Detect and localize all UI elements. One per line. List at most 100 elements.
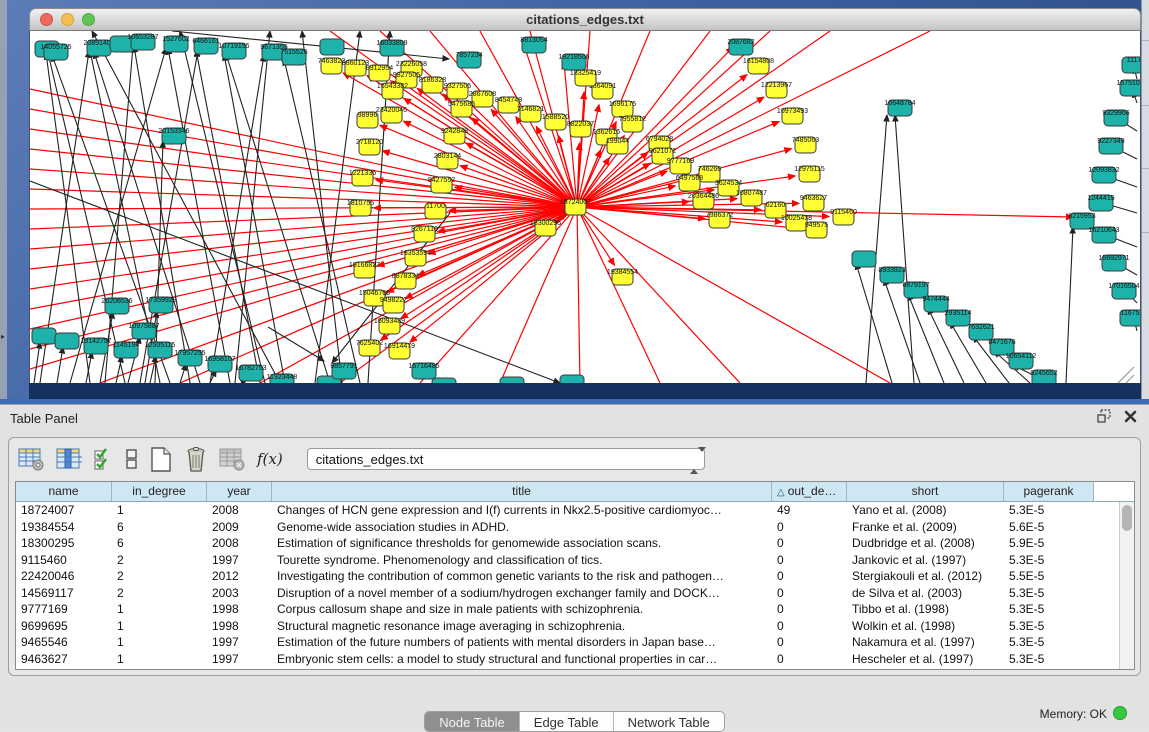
table-row[interactable]: 1872400712008Changes of HCN gene express…	[16, 502, 1134, 519]
red-edge	[380, 125, 577, 207]
graph-node-label: 20153346	[158, 128, 189, 135]
table-cell: 0	[772, 568, 847, 585]
table-row[interactable]: 911546021997Tourette syndrome. Phenomeno…	[16, 552, 1134, 569]
graph-node-label: 62160	[766, 202, 786, 209]
table-row[interactable]: 969969511998Structural magnetic resonanc…	[16, 618, 1134, 635]
graph-node-label: 16958107	[204, 356, 235, 363]
network-graph[interactable]: 1405572520891406106532871527602646616110…	[30, 31, 1140, 383]
table-cell: Dudbridge et al. (2008)	[847, 535, 1004, 552]
table-row[interactable]: 2242004622012Investigating the contribut…	[16, 568, 1134, 585]
network-canvas[interactable]: 1405572520891406106532871527602646616110…	[29, 31, 1141, 383]
table-cell: 0	[772, 552, 847, 569]
graph-node-label: 2718120	[356, 139, 383, 146]
black-edge	[196, 50, 260, 383]
table-cell: 9463627	[16, 651, 112, 668]
table-row[interactable]: 1456911722003Disruption of a novel membe…	[16, 585, 1134, 602]
row-height-button[interactable]	[125, 445, 139, 473]
graph-node[interactable]	[32, 328, 56, 344]
graph-node[interactable]	[560, 375, 584, 383]
black-edge	[1066, 227, 1073, 383]
table-row[interactable]: 1938455462009Genome-wide association stu…	[16, 519, 1134, 536]
graph-node-label: 2087682	[727, 39, 754, 46]
table-cell: Investigating the contribution of common…	[272, 568, 772, 585]
table-row[interactable]: 977716911998Corpus callosum shape and si…	[16, 601, 1134, 618]
network-view-window[interactable]: citations_edges.txt 14055725208914061065…	[29, 8, 1141, 399]
graph-node-label: 949575	[805, 222, 828, 229]
graph-node-label: 7955812	[619, 116, 646, 123]
table-row[interactable]: 946554611997Estimation of the future num…	[16, 634, 1134, 651]
table-body[interactable]: 1872400712008Changes of HCN gene express…	[16, 502, 1134, 667]
black-edge	[210, 55, 264, 383]
attribute-table[interactable]: namein_degreeyeartitle△out_de…shortpager…	[15, 481, 1135, 670]
expand-panel-arrow-icon[interactable]: ▸	[1, 332, 5, 341]
table-cell: 9777169	[16, 601, 112, 618]
table-cell: 5.9E-5	[1004, 535, 1094, 552]
float-panel-icon[interactable]	[1097, 409, 1112, 423]
graph-node-label: 10025438	[781, 215, 812, 222]
table-settings-button[interactable]	[17, 445, 46, 473]
graph-node-label: 8813054	[520, 37, 547, 44]
graph-node-label: 8186328	[419, 77, 446, 84]
graph-node[interactable]	[432, 378, 456, 383]
delete-table-button[interactable]	[218, 445, 247, 473]
graph-node-label: 16033809	[376, 40, 407, 47]
table-row[interactable]: 946362711997Embryonic stem cells: a mode…	[16, 651, 1134, 668]
red-edge	[577, 207, 614, 265]
graph-node[interactable]	[55, 333, 79, 349]
table-scrollbar[interactable]	[1119, 502, 1134, 669]
graph-node-label: 6497568	[676, 175, 703, 182]
graph-node-label: 11700	[426, 203, 445, 210]
graph-node-label: 8215953	[1068, 213, 1095, 220]
scrollbar-thumb[interactable]	[1122, 505, 1132, 531]
table-cell: 6	[112, 519, 207, 536]
graph-node-label: 1362615	[593, 129, 620, 136]
table-cell: 5.3E-5	[1004, 601, 1094, 618]
table-cell: 9465546	[16, 634, 112, 651]
select-columns-button[interactable]	[92, 445, 116, 473]
column-header-year[interactable]: year	[207, 482, 272, 501]
table-cell: Hescheler et al. (1997)	[847, 651, 1004, 668]
collapsed-panel-gutter: ▸	[0, 0, 7, 404]
graph-node-label: 7632621	[967, 324, 994, 331]
delete-rows-button[interactable]	[183, 445, 209, 474]
function-builder-button[interactable]: f(x)	[256, 449, 284, 469]
graph-node-label: 746266	[698, 166, 721, 173]
column-header-short[interactable]: short	[847, 482, 1004, 501]
table-header-row[interactable]: namein_degreeyeartitle△out_de…shortpager…	[16, 482, 1134, 502]
delete-table-icon	[219, 446, 246, 472]
column-header-in-degree[interactable]: in_degree	[112, 482, 207, 501]
column-header-name[interactable]: name	[16, 482, 112, 501]
table-cell: Wolkin et al. (1998)	[847, 618, 1004, 635]
graph-node-label: 20206536	[101, 298, 132, 305]
graph-node[interactable]	[852, 251, 876, 267]
graph-node[interactable]	[320, 39, 344, 55]
graph-node-label: 16353594	[400, 250, 431, 257]
memory-status-indicator[interactable]	[1113, 706, 1127, 720]
graph-node-label: 16543382	[377, 83, 408, 90]
table-toolbar: f(x) citations_edges.txt	[17, 443, 705, 475]
table-cell: 1	[112, 634, 207, 651]
table-cell: 1	[112, 502, 207, 519]
table-cell: 0	[772, 601, 847, 618]
graph-node-label: 16782753	[235, 365, 266, 372]
column-header-title[interactable]: title	[272, 482, 772, 501]
graph-node[interactable]	[500, 377, 524, 383]
table-cell: 1	[112, 601, 207, 618]
close-panel-icon[interactable]	[1124, 410, 1137, 423]
graph-node-label: 16210643	[1088, 227, 1119, 234]
window-titlebar[interactable]: citations_edges.txt	[29, 8, 1141, 31]
table-select-dropdown[interactable]: citations_edges.txt	[307, 448, 705, 470]
graph-node-label: 2935114	[945, 310, 972, 317]
resize-grip-icon[interactable]	[1118, 367, 1134, 383]
column-header-out-de-[interactable]: △out_de…	[772, 482, 847, 501]
column-display-button[interactable]	[55, 445, 83, 473]
create-table-button[interactable]	[148, 445, 174, 474]
table-cell: 2	[112, 568, 207, 585]
table-row[interactable]: 1830029562008Estimation of significance …	[16, 535, 1134, 552]
graph-node-label: 16914479	[384, 343, 415, 350]
column-header-pagerank[interactable]: pagerank	[1004, 482, 1094, 501]
graph-node-label: 17016504	[1108, 283, 1139, 290]
black-edge	[57, 347, 63, 383]
table-cell: Disruption of a novel member of a sodium…	[272, 585, 772, 602]
graph-node-label: 98996	[358, 112, 378, 119]
